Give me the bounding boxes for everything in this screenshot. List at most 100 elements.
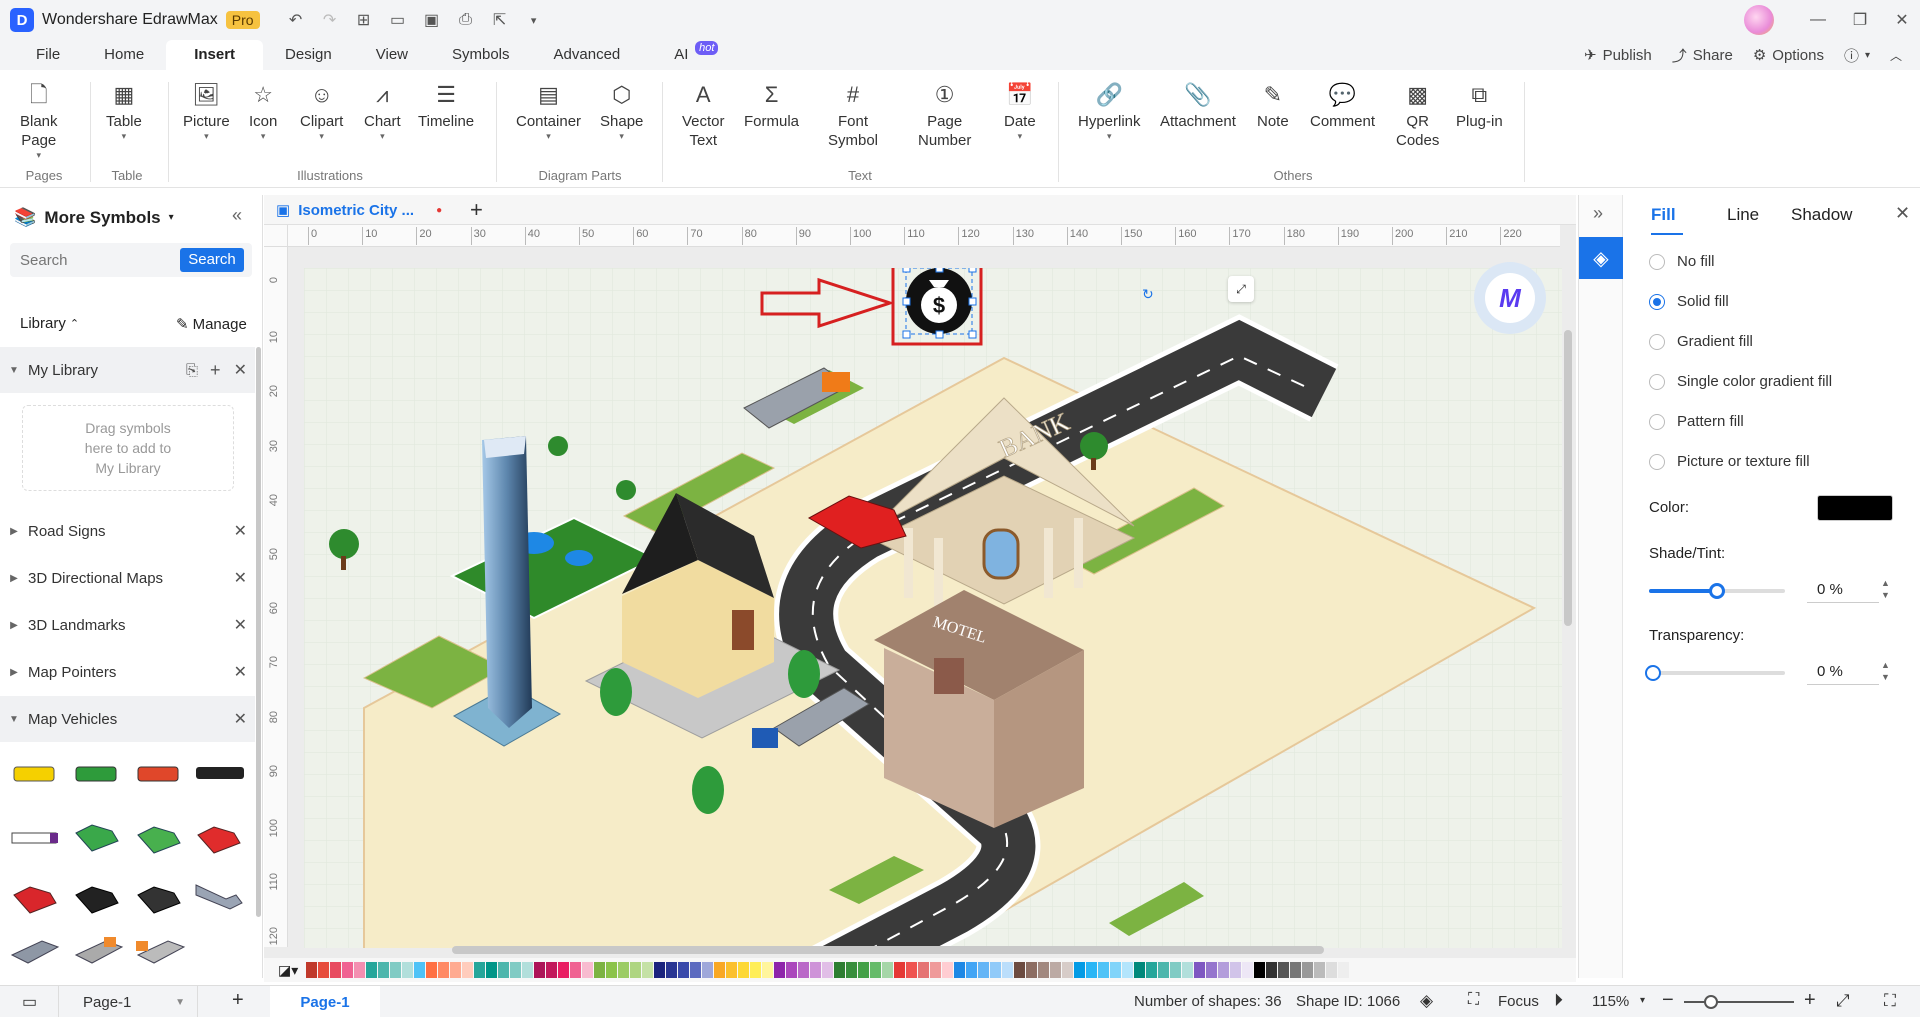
palette-swatch[interactable] xyxy=(414,962,426,978)
attachment-button[interactable]: 📎 Attachment xyxy=(1160,80,1236,131)
manage-button[interactable]: Manage xyxy=(193,316,247,333)
panel-title-chevron-icon[interactable]: ▾ xyxy=(169,212,174,223)
menu-symbols[interactable]: Symbols xyxy=(430,40,532,70)
palette-swatch[interactable] xyxy=(870,962,882,978)
palette-swatch[interactable] xyxy=(1050,962,1062,978)
zoom-value[interactable]: 115% xyxy=(1592,993,1629,1010)
close-icon[interactable]: ✕ xyxy=(234,709,247,729)
focus-button[interactable]: Focus xyxy=(1498,993,1539,1010)
palette-swatch[interactable] xyxy=(1086,962,1098,978)
undo-icon[interactable]: ↶ xyxy=(284,8,308,32)
my-library-header[interactable]: ▼ My Library ⎘ + ✕ xyxy=(0,347,255,393)
palette-swatch[interactable] xyxy=(858,962,870,978)
expand-panel-icon[interactable]: » xyxy=(1593,203,1603,224)
palette-swatch[interactable] xyxy=(822,962,834,978)
picture-button[interactable]: 🖼 Picture ▾ xyxy=(183,80,230,141)
import-icon[interactable]: ⎘ xyxy=(186,362,198,379)
palette-swatch[interactable] xyxy=(990,962,1002,978)
palette-swatch[interactable] xyxy=(1314,962,1326,978)
palette-swatch[interactable] xyxy=(666,962,678,978)
zoom-slider[interactable] xyxy=(1684,995,1794,1009)
palette-swatch[interactable] xyxy=(498,962,510,978)
palette-swatch[interactable] xyxy=(1206,962,1218,978)
page-number-button[interactable]: ① Page Number xyxy=(918,80,971,150)
comment-button[interactable]: 💬 Comment xyxy=(1310,80,1375,131)
close-icon[interactable]: ✕ xyxy=(234,568,247,588)
palette-swatch[interactable] xyxy=(654,962,666,978)
palette-swatch[interactable] xyxy=(1062,962,1074,978)
qr-codes-button[interactable]: ▩ QR Codes xyxy=(1396,80,1439,150)
publish-button[interactable]: Publish xyxy=(1603,47,1652,64)
shape-button[interactable]: ⬡ Shape ▾ xyxy=(600,80,643,141)
palette-swatch[interactable] xyxy=(450,962,462,978)
palette-swatch[interactable] xyxy=(702,962,714,978)
palette-swatch[interactable] xyxy=(486,962,498,978)
timeline-button[interactable]: ☰ Timeline xyxy=(418,80,474,131)
ai-assistant-button[interactable]: M xyxy=(1474,262,1546,334)
palette-swatch[interactable] xyxy=(510,962,522,978)
minimize-icon[interactable]: — xyxy=(1806,8,1830,32)
menu-insert[interactable]: Insert xyxy=(166,40,264,70)
icon-button[interactable]: ☆ Icon ▾ xyxy=(249,80,277,141)
plugin-button[interactable]: ⧉ Plug-in xyxy=(1456,80,1503,131)
palette-swatch[interactable] xyxy=(462,962,474,978)
search-input[interactable] xyxy=(10,243,180,277)
palette-swatch[interactable] xyxy=(318,962,330,978)
palette-swatch[interactable] xyxy=(1182,962,1194,978)
palette-swatch[interactable] xyxy=(810,962,822,978)
zoom-in-icon[interactable]: + xyxy=(1804,989,1816,1012)
play-icon[interactable]: ⏵ xyxy=(1554,990,1563,1011)
palette-swatch[interactable] xyxy=(774,962,786,978)
palette-swatch[interactable] xyxy=(1290,962,1302,978)
container-button[interactable]: ▤ Container ▾ xyxy=(516,80,581,141)
add-page-icon[interactable]: + xyxy=(232,989,244,1012)
palette-swatch[interactable] xyxy=(846,962,858,978)
palette-swatch[interactable] xyxy=(1170,962,1182,978)
fill-tool-button[interactable]: ◈ xyxy=(1579,237,1623,279)
library-label[interactable]: Library xyxy=(20,315,66,332)
color-palette[interactable]: ◪▾ xyxy=(264,958,1576,982)
palette-swatch[interactable] xyxy=(438,962,450,978)
tab-line[interactable]: Line xyxy=(1727,205,1759,225)
library-collapse-icon[interactable]: ⌃ xyxy=(70,317,79,330)
palette-swatch[interactable] xyxy=(426,962,438,978)
fill-option-gradient-fill[interactable]: Gradient fill xyxy=(1649,333,1753,350)
close-icon[interactable]: ✕ xyxy=(234,662,247,682)
palette-swatch[interactable] xyxy=(714,962,726,978)
palette-swatch[interactable] xyxy=(1146,962,1158,978)
avatar[interactable] xyxy=(1744,5,1774,35)
palette-swatch[interactable] xyxy=(738,962,750,978)
note-button[interactable]: ✎ Note xyxy=(1257,80,1289,131)
close-window-icon[interactable]: ✕ xyxy=(1890,8,1914,32)
palette-swatch[interactable] xyxy=(894,962,906,978)
menu-design[interactable]: Design xyxy=(263,40,354,70)
table-button[interactable]: ▦ Table ▾ xyxy=(106,80,142,141)
menu-file[interactable]: File xyxy=(14,40,82,70)
shade-slider-handle[interactable] xyxy=(1709,583,1725,599)
collapse-panel-icon[interactable]: « xyxy=(232,205,242,226)
search-button[interactable]: Search xyxy=(180,248,244,272)
palette-swatch[interactable] xyxy=(1278,962,1290,978)
palette-swatch[interactable] xyxy=(1038,962,1050,978)
expand-shape-icon[interactable]: ⤢ xyxy=(1228,276,1254,302)
palette-swatch[interactable] xyxy=(882,962,894,978)
palette-swatch[interactable] xyxy=(1002,962,1014,978)
close-icon[interactable]: ✕ xyxy=(234,360,247,380)
palette-swatch[interactable] xyxy=(570,962,582,978)
palette-swatch[interactable] xyxy=(378,962,390,978)
shade-stepper[interactable]: ▲ ▼ xyxy=(1881,577,1890,601)
palette-swatch[interactable] xyxy=(786,962,798,978)
vertical-scrollbar[interactable] xyxy=(1564,330,1572,626)
library-road-signs[interactable]: ▶ Road Signs ✕ xyxy=(0,508,255,554)
palette-swatch[interactable] xyxy=(750,962,762,978)
add-icon[interactable]: + xyxy=(210,360,221,381)
palette-swatch[interactable] xyxy=(618,962,630,978)
print-icon[interactable]: ⎙ xyxy=(454,8,478,32)
palette-swatch[interactable] xyxy=(1158,962,1170,978)
library-3d-directional-maps[interactable]: ▶ 3D Directional Maps ✕ xyxy=(0,555,255,601)
palette-swatch[interactable] xyxy=(402,962,414,978)
open-icon[interactable]: ▭ xyxy=(386,8,410,32)
redo-icon[interactable]: ↷ xyxy=(318,8,342,32)
palette-swatch[interactable] xyxy=(306,962,318,978)
zoom-out-icon[interactable]: − xyxy=(1662,989,1674,1012)
